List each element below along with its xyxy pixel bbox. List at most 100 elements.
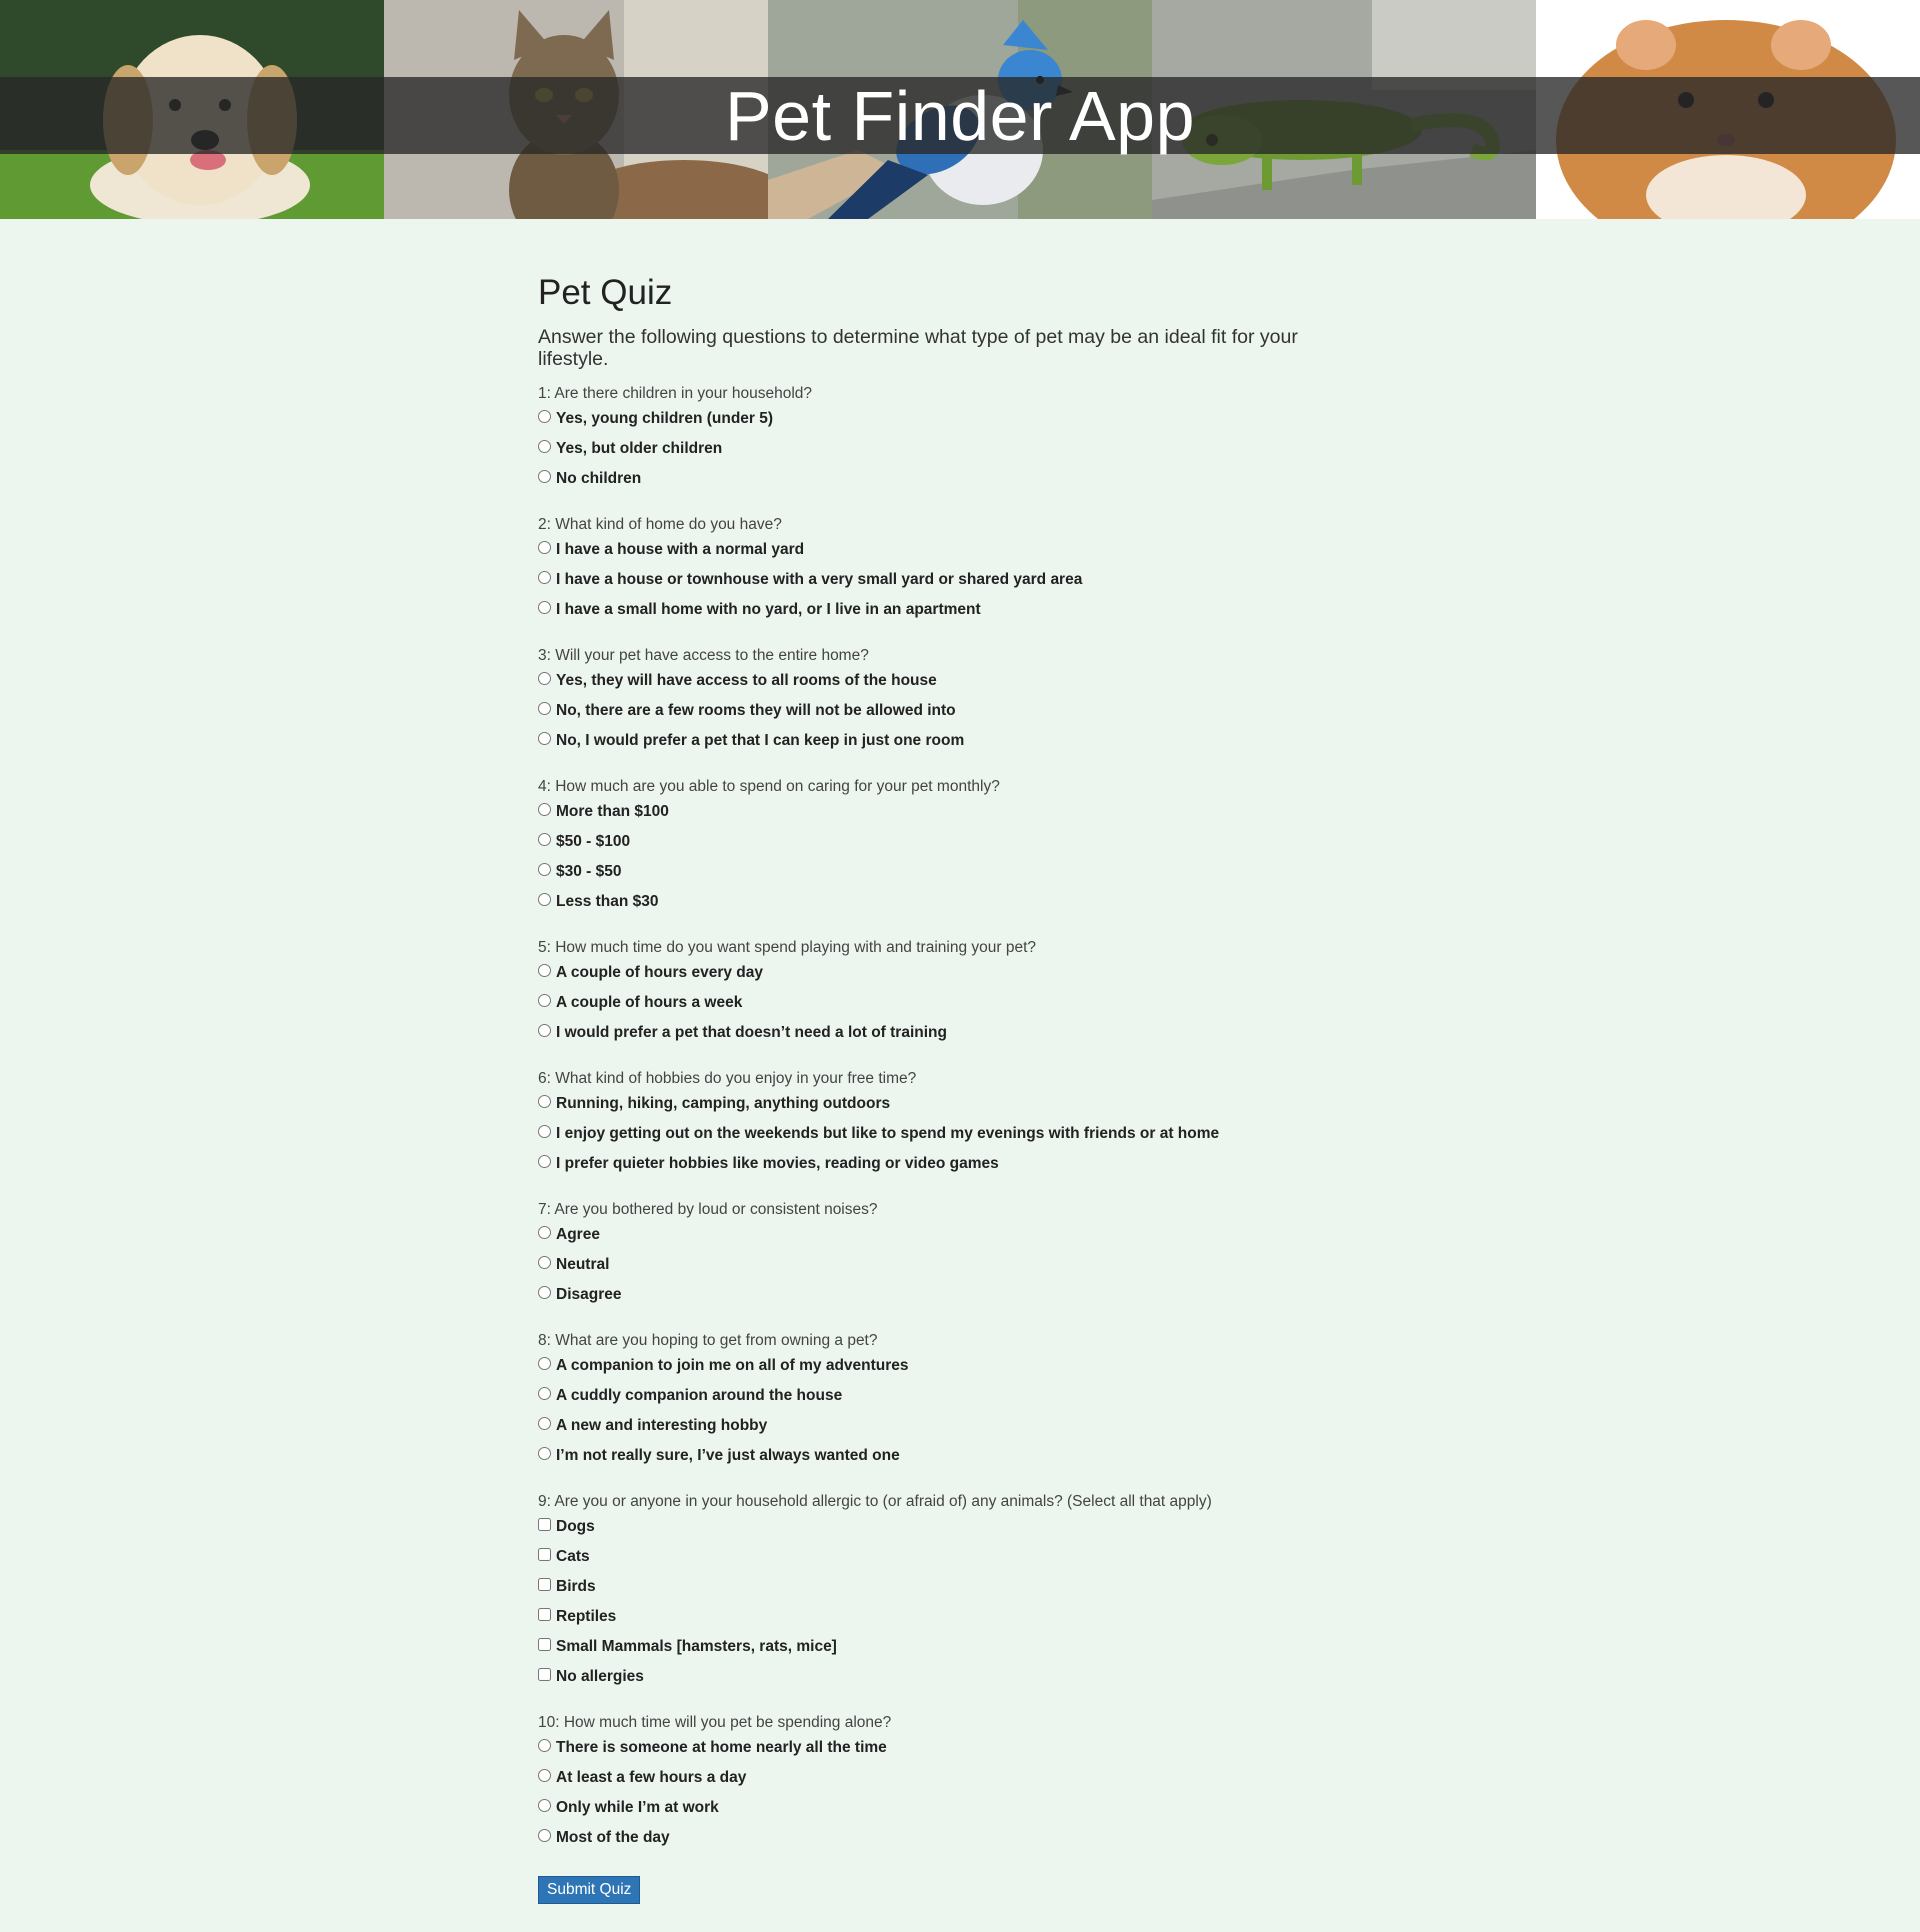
radio-option[interactable]: Neutral xyxy=(538,1250,1358,1280)
option-label[interactable]: A couple of hours a week xyxy=(556,994,742,1012)
radio-option[interactable]: A cuddly companion around the house xyxy=(538,1381,1358,1411)
radio-option[interactable]: No, there are a few rooms they will not … xyxy=(538,696,1358,726)
option-label[interactable]: I would prefer a pet that doesn’t need a… xyxy=(556,1024,947,1042)
radio-button[interactable] xyxy=(538,993,551,1007)
radio-option[interactable]: I enjoy getting out on the weekends but … xyxy=(538,1119,1358,1149)
option-label[interactable]: A companion to join me on all of my adve… xyxy=(556,1357,909,1375)
radio-option[interactable]: A companion to join me on all of my adve… xyxy=(538,1351,1358,1381)
checkbox[interactable] xyxy=(538,1517,551,1531)
radio-button[interactable] xyxy=(538,570,551,584)
radio-option[interactable]: At least a few hours a day xyxy=(538,1763,1358,1793)
radio-button[interactable] xyxy=(538,1738,551,1752)
radio-option[interactable]: A couple of hours every day xyxy=(538,958,1358,988)
radio-option[interactable]: $50 - $100 xyxy=(538,827,1358,857)
option-label[interactable]: Disagree xyxy=(556,1286,621,1304)
radio-button[interactable] xyxy=(538,832,551,846)
radio-option[interactable]: Less than $30 xyxy=(538,887,1358,917)
radio-option[interactable]: I have a house with a normal yard xyxy=(538,535,1358,565)
option-label[interactable]: $30 - $50 xyxy=(556,863,622,881)
radio-button[interactable] xyxy=(538,1828,551,1842)
option-label[interactable]: Most of the day xyxy=(556,1829,670,1847)
option-label[interactable]: I enjoy getting out on the weekends but … xyxy=(556,1125,1219,1143)
option-label[interactable]: Running, hiking, camping, anything outdo… xyxy=(556,1095,890,1113)
option-label[interactable]: Only while I’m at work xyxy=(556,1799,719,1817)
radio-button[interactable] xyxy=(538,731,551,745)
radio-button[interactable] xyxy=(538,1023,551,1037)
radio-button[interactable] xyxy=(538,1386,551,1400)
radio-option[interactable]: No children xyxy=(538,464,1358,494)
radio-button[interactable] xyxy=(538,1225,551,1239)
checkbox-option[interactable]: Dogs xyxy=(538,1512,1358,1542)
option-label[interactable]: A new and interesting hobby xyxy=(556,1417,767,1435)
radio-button[interactable] xyxy=(538,862,551,876)
radio-button[interactable] xyxy=(538,540,551,554)
radio-button[interactable] xyxy=(538,439,551,453)
option-label[interactable]: I’m not really sure, I’ve just always wa… xyxy=(556,1447,900,1465)
radio-option[interactable]: I have a house or townhouse with a very … xyxy=(538,565,1358,595)
option-label[interactable]: Yes, but older children xyxy=(556,440,722,458)
checkbox-option[interactable]: Reptiles xyxy=(538,1602,1358,1632)
radio-button[interactable] xyxy=(538,802,551,816)
radio-button[interactable] xyxy=(538,1768,551,1782)
option-label[interactable]: A couple of hours every day xyxy=(556,964,763,982)
option-label[interactable]: Less than $30 xyxy=(556,893,659,911)
checkbox-option[interactable]: No allergies xyxy=(538,1662,1358,1692)
checkbox[interactable] xyxy=(538,1637,551,1651)
option-label[interactable]: Dogs xyxy=(556,1518,595,1536)
radio-option[interactable]: A new and interesting hobby xyxy=(538,1411,1358,1441)
checkbox[interactable] xyxy=(538,1667,551,1681)
option-label[interactable]: No allergies xyxy=(556,1668,644,1686)
checkbox-option[interactable]: Cats xyxy=(538,1542,1358,1572)
radio-button[interactable] xyxy=(538,600,551,614)
radio-button[interactable] xyxy=(538,1124,551,1138)
option-label[interactable]: Cats xyxy=(556,1548,590,1566)
radio-option[interactable]: I’m not really sure, I’ve just always wa… xyxy=(538,1441,1358,1471)
option-label[interactable]: $50 - $100 xyxy=(556,833,630,851)
option-label[interactable]: Agree xyxy=(556,1226,600,1244)
option-label[interactable]: There is someone at home nearly all the … xyxy=(556,1739,887,1757)
checkbox[interactable] xyxy=(538,1547,551,1561)
checkbox-option[interactable]: Small Mammals [hamsters, rats, mice] xyxy=(538,1632,1358,1662)
radio-option[interactable]: Yes, but older children xyxy=(538,434,1358,464)
radio-button[interactable] xyxy=(538,1094,551,1108)
radio-button[interactable] xyxy=(538,963,551,977)
option-label[interactable]: I have a house or townhouse with a very … xyxy=(556,571,1082,589)
checkbox[interactable] xyxy=(538,1607,551,1621)
submit-quiz-button[interactable]: Submit Quiz xyxy=(538,1876,641,1904)
option-label[interactable]: I prefer quieter hobbies like movies, re… xyxy=(556,1155,999,1173)
radio-button[interactable] xyxy=(538,469,551,483)
radio-option[interactable]: I have a small home with no yard, or I l… xyxy=(538,595,1358,625)
option-label[interactable]: Yes, young children (under 5) xyxy=(556,410,773,428)
radio-option[interactable]: Disagree xyxy=(538,1280,1358,1310)
radio-button[interactable] xyxy=(538,701,551,715)
option-label[interactable]: More than $100 xyxy=(556,803,669,821)
radio-option[interactable]: More than $100 xyxy=(538,797,1358,827)
radio-option[interactable]: Running, hiking, camping, anything outdo… xyxy=(538,1089,1358,1119)
radio-option[interactable]: Yes, they will have access to all rooms … xyxy=(538,666,1358,696)
option-label[interactable]: No, I would prefer a pet that I can keep… xyxy=(556,732,964,750)
radio-button[interactable] xyxy=(538,1446,551,1460)
option-label[interactable]: A cuddly companion around the house xyxy=(556,1387,842,1405)
radio-button[interactable] xyxy=(538,1154,551,1168)
option-label[interactable]: Birds xyxy=(556,1578,596,1596)
radio-option[interactable]: $30 - $50 xyxy=(538,857,1358,887)
radio-button[interactable] xyxy=(538,892,551,906)
option-label[interactable]: Reptiles xyxy=(556,1608,616,1626)
checkbox[interactable] xyxy=(538,1577,551,1591)
radio-button[interactable] xyxy=(538,1798,551,1812)
radio-button[interactable] xyxy=(538,671,551,685)
radio-option[interactable]: Most of the day xyxy=(538,1823,1358,1853)
option-label[interactable]: I have a small home with no yard, or I l… xyxy=(556,601,981,619)
option-label[interactable]: At least a few hours a day xyxy=(556,1769,746,1787)
radio-option[interactable]: There is someone at home nearly all the … xyxy=(538,1733,1358,1763)
radio-button[interactable] xyxy=(538,1255,551,1269)
checkbox-option[interactable]: Birds xyxy=(538,1572,1358,1602)
option-label[interactable]: No, there are a few rooms they will not … xyxy=(556,702,956,720)
option-label[interactable]: Neutral xyxy=(556,1256,609,1274)
radio-option[interactable]: I prefer quieter hobbies like movies, re… xyxy=(538,1149,1358,1179)
radio-option[interactable]: I would prefer a pet that doesn’t need a… xyxy=(538,1018,1358,1048)
radio-button[interactable] xyxy=(538,1416,551,1430)
radio-option[interactable]: No, I would prefer a pet that I can keep… xyxy=(538,726,1358,756)
option-label[interactable]: I have a house with a normal yard xyxy=(556,541,804,559)
radio-option[interactable]: Only while I’m at work xyxy=(538,1793,1358,1823)
